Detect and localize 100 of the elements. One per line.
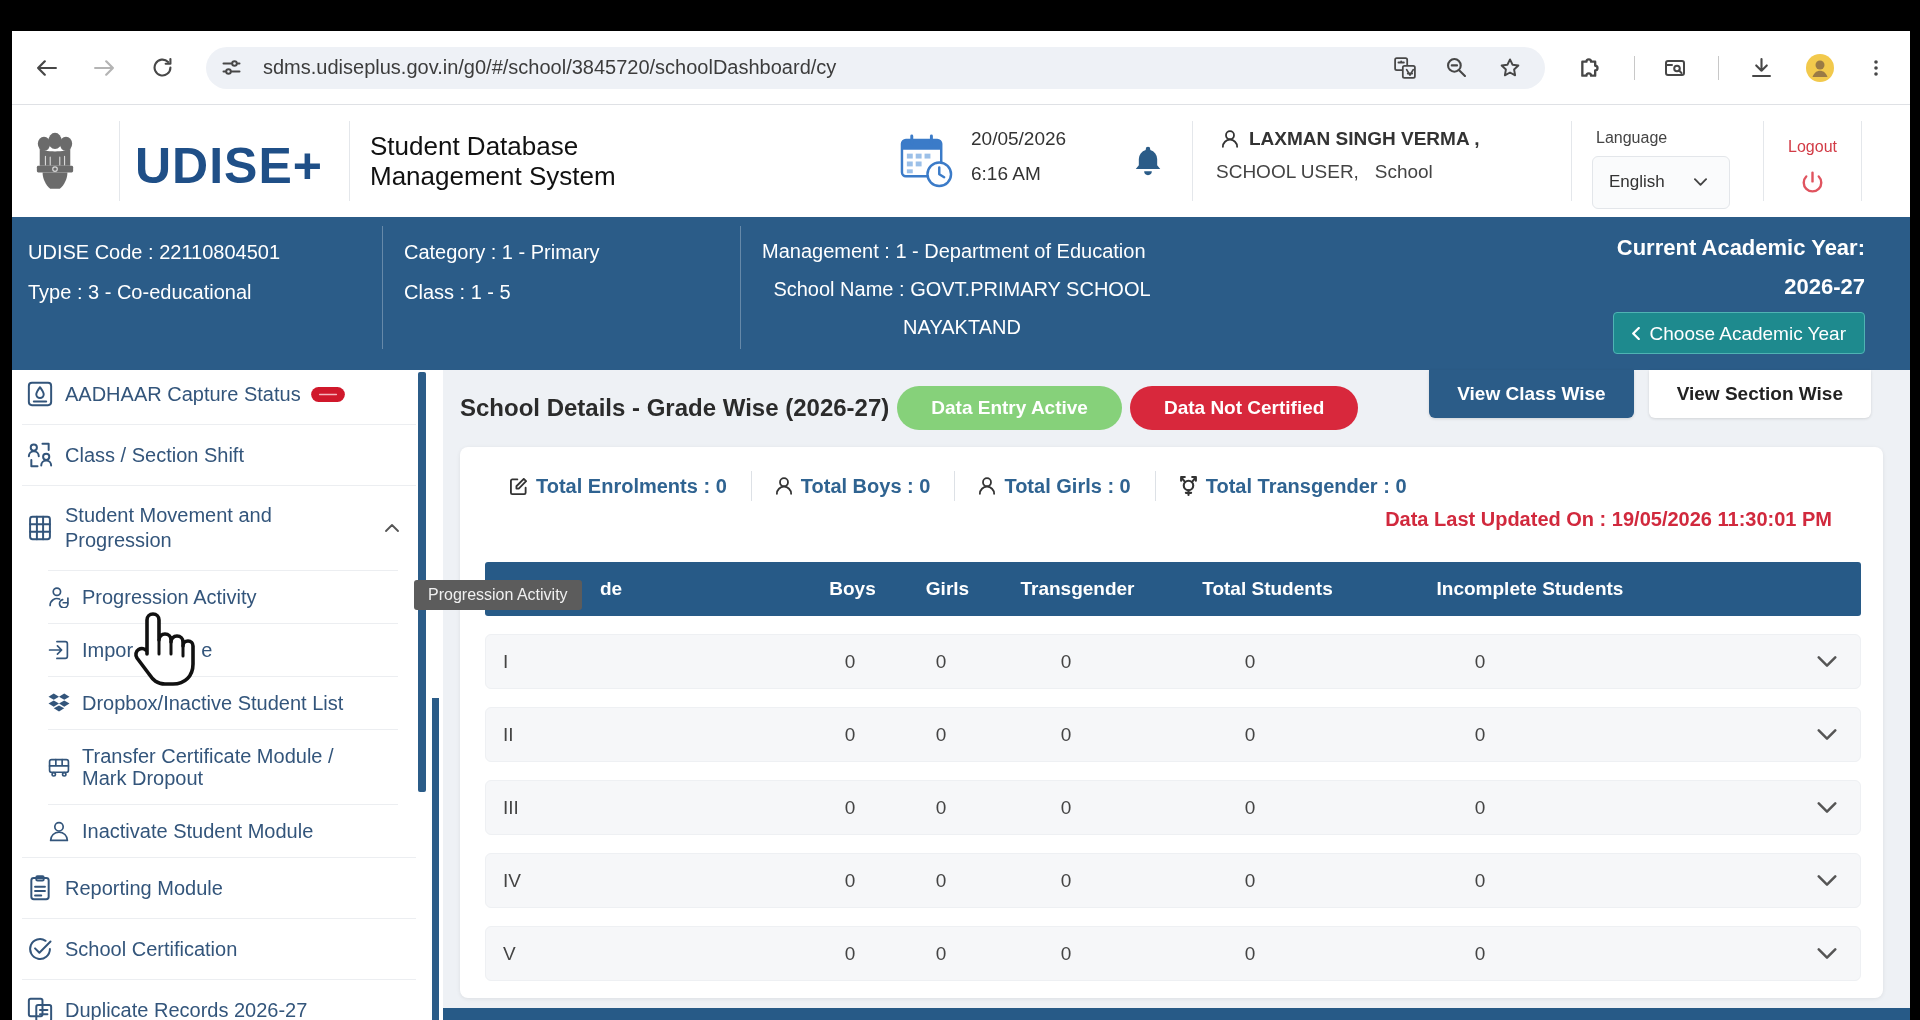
table-cell-text: 0 [934, 869, 948, 892]
sidebar-item[interactable]: Class / Section Shift [22, 425, 416, 486]
school-type: Type : 3 - Co-educational [28, 280, 253, 305]
translate-icon[interactable] [1394, 56, 1416, 79]
sign-in-icon [48, 639, 70, 661]
language-label: Language [1595, 127, 1669, 148]
scrollbar-thumb[interactable] [432, 698, 439, 1020]
sidebar-subitem[interactable]: Transfer Certificate Module / Mark Dropout [48, 729, 398, 804]
column-header: Transgender [1019, 578, 1136, 600]
sidebar-item[interactable]: Reporting Module [22, 858, 416, 919]
column-header: Girls [924, 578, 971, 600]
table-cell-text: 0 [843, 723, 857, 746]
scrollbar-thumb[interactable] [418, 372, 426, 792]
column-header: Incomplete Students [1435, 578, 1625, 600]
table-cell-text: 0 [1059, 796, 1073, 819]
diamond-boxes-icon [48, 692, 70, 714]
table-cell-text: 0 [1473, 723, 1487, 746]
table-cell-text: 0 [843, 942, 857, 965]
table-row[interactable]: IV 0 0 0 0 0 [485, 853, 1861, 908]
status-badge: Data Not Certified [1129, 386, 1359, 430]
user-name: LAXMAN SINGH VERMA , [1249, 127, 1480, 151]
choose-year-button[interactable]: Choose Academic Year [1612, 312, 1865, 354]
documents-icon [27, 997, 53, 1020]
table-cell-text: I [502, 650, 510, 673]
table-cell-text: 0 [1473, 942, 1487, 965]
category-text: Category : 1 - Primary [404, 240, 601, 265]
table-cell-text: 0 [1243, 650, 1257, 673]
chevron-down-icon[interactable] [1817, 875, 1837, 886]
address-bar[interactable]: sdms.udiseplus.gov.in/g0/#/school/3845720/schoolDashboard/cy [206, 46, 1545, 89]
table-cell-text: IV [502, 869, 522, 892]
people-swap-icon [27, 442, 53, 468]
table-row[interactable]: V 0 0 0 0 0 [485, 926, 1861, 981]
table-cell-text: 0 [1473, 796, 1487, 819]
table-cell-text: 0 [843, 650, 857, 673]
table-cell-text: II [502, 723, 515, 746]
language-select[interactable]: English [1592, 155, 1730, 209]
table-cell-text: 0 [843, 869, 857, 892]
table-cell-text: 0 [1059, 942, 1073, 965]
person-arrows-icon [48, 586, 70, 608]
app-title: Student Database Management System [370, 131, 617, 191]
table-cell-text: V [502, 942, 517, 965]
bell-icon[interactable] [1135, 146, 1161, 176]
column-header: Boys [828, 578, 877, 600]
sidebar-item[interactable]: Duplicate Records 2026-27 [22, 980, 416, 1020]
table-cell-text: 0 [1473, 869, 1487, 892]
page-title: School Details - Grade Wise (2026-27) [460, 394, 890, 422]
more-icon[interactable] [1874, 59, 1878, 76]
sidebar-item[interactable]: School Certification [22, 919, 416, 980]
bus-icon [48, 756, 70, 778]
calendar-clock-icon [900, 134, 953, 188]
emblem-icon [34, 131, 76, 191]
academic-year-label: Current Academic Year: [1616, 234, 1865, 262]
table-row[interactable]: III 0 0 0 0 0 [485, 780, 1861, 835]
chevron-down-icon[interactable] [1817, 948, 1837, 959]
chevron-up-icon[interactable] [385, 524, 399, 532]
column-header: de [600, 578, 623, 599]
table-row[interactable]: II 0 0 0 0 0 [485, 707, 1861, 762]
user-icon [1222, 129, 1238, 148]
chevron-down-icon[interactable] [1817, 729, 1837, 740]
tab-search-icon[interactable] [1664, 59, 1686, 76]
table-cell-text: 0 [1473, 650, 1487, 673]
view-toggle-button[interactable]: View Class Wise [1429, 370, 1634, 418]
sidebar-item[interactable]: AADHAAR Capture Status [22, 370, 416, 425]
tune-icon[interactable] [222, 60, 241, 75]
grid-sheet-icon [27, 515, 53, 541]
puzzle-icon[interactable] [1580, 57, 1601, 78]
stat-text: Total Enrolments : 0 [536, 474, 727, 498]
back-arrow-icon[interactable] [37, 59, 57, 76]
chevron-down-icon[interactable] [1817, 656, 1837, 667]
chevron-down-icon[interactable] [1817, 802, 1837, 813]
download-icon[interactable] [1752, 58, 1771, 77]
user-icon [979, 477, 996, 495]
date-text: 20/05/2026 [971, 127, 1067, 151]
avatar-icon[interactable] [1806, 53, 1834, 82]
gender-symbol-icon [1179, 476, 1197, 496]
table-cell-text: 0 [1243, 942, 1257, 965]
person-icon [48, 820, 70, 842]
star-icon[interactable] [1500, 58, 1520, 77]
stat-text: Total Boys : 0 [800, 474, 931, 498]
sidebar-subitem[interactable]: Dropbox/Inactive Student List [48, 676, 398, 729]
table-cell-text: 0 [1059, 869, 1073, 892]
table-cell-text: 0 [843, 796, 857, 819]
sidebar-subitem[interactable]: Inactivate Student Module [48, 804, 398, 857]
reload-icon[interactable] [153, 58, 172, 77]
view-toggle-button[interactable]: View Section Wise [1648, 370, 1871, 418]
logo-text: UDISE+ [135, 141, 324, 191]
logout-link[interactable]: Logout [1788, 136, 1837, 194]
magnifier-icon[interactable] [1447, 58, 1466, 77]
sidebar-item[interactable]: Student Movement and Progression [22, 486, 416, 570]
sidebar-subitem[interactable]: Impor e [48, 623, 398, 676]
management-text: Management : 1 - Department of Education [762, 239, 1147, 264]
table-cell-text: 0 [1243, 723, 1257, 746]
user-icon [775, 477, 792, 495]
academic-year-value: 2026-27 [1784, 273, 1865, 301]
chevron-down-icon [1694, 178, 1707, 186]
table-cell-text: 0 [1243, 796, 1257, 819]
table-row[interactable]: I 0 0 0 0 0 [485, 634, 1861, 689]
table-cell-text: III [502, 796, 520, 819]
table-cell-text: 0 [934, 942, 948, 965]
edit-icon [510, 477, 527, 495]
